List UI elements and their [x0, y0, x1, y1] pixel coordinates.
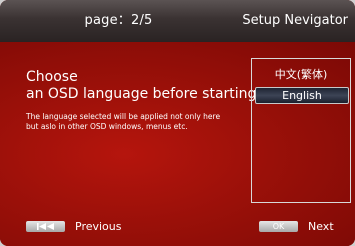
ok-icon-text: OK	[272, 221, 285, 231]
next-label: Next	[308, 219, 334, 233]
next-button[interactable]: OK Next	[259, 217, 334, 235]
language-option-english[interactable]: English	[255, 87, 349, 104]
language-list: 中文(繁体) English	[251, 58, 351, 203]
headline: Choose an OSD language before starting.	[26, 69, 261, 103]
description-line-1: The language selected will be applied no…	[26, 112, 221, 121]
page-indicator: page：2/5	[84, 13, 153, 28]
skip-previous-icon	[26, 220, 65, 232]
description-line-2: but aslo in other OSD windows, menus etc…	[26, 121, 188, 131]
language-option-chinese-traditional[interactable]: 中文(繁体)	[255, 67, 347, 82]
header-bar: page：2/5 Setup Nevigator	[0, 0, 355, 42]
description: The language selected will be applied no…	[26, 112, 258, 131]
content-area: Choose an OSD language before starting. …	[0, 42, 355, 246]
headline-line-2: an OSD language before starting.	[26, 86, 261, 102]
setup-navigator-title: Setup Nevigator	[242, 13, 348, 28]
previous-button[interactable]: Previous	[26, 217, 122, 235]
ok-icon: OK	[259, 220, 298, 232]
previous-label: Previous	[75, 219, 122, 233]
osd-screen: page：2/5 Setup Nevigator Choose an OSD l…	[0, 0, 355, 246]
headline-line-1: Choose	[26, 69, 78, 85]
